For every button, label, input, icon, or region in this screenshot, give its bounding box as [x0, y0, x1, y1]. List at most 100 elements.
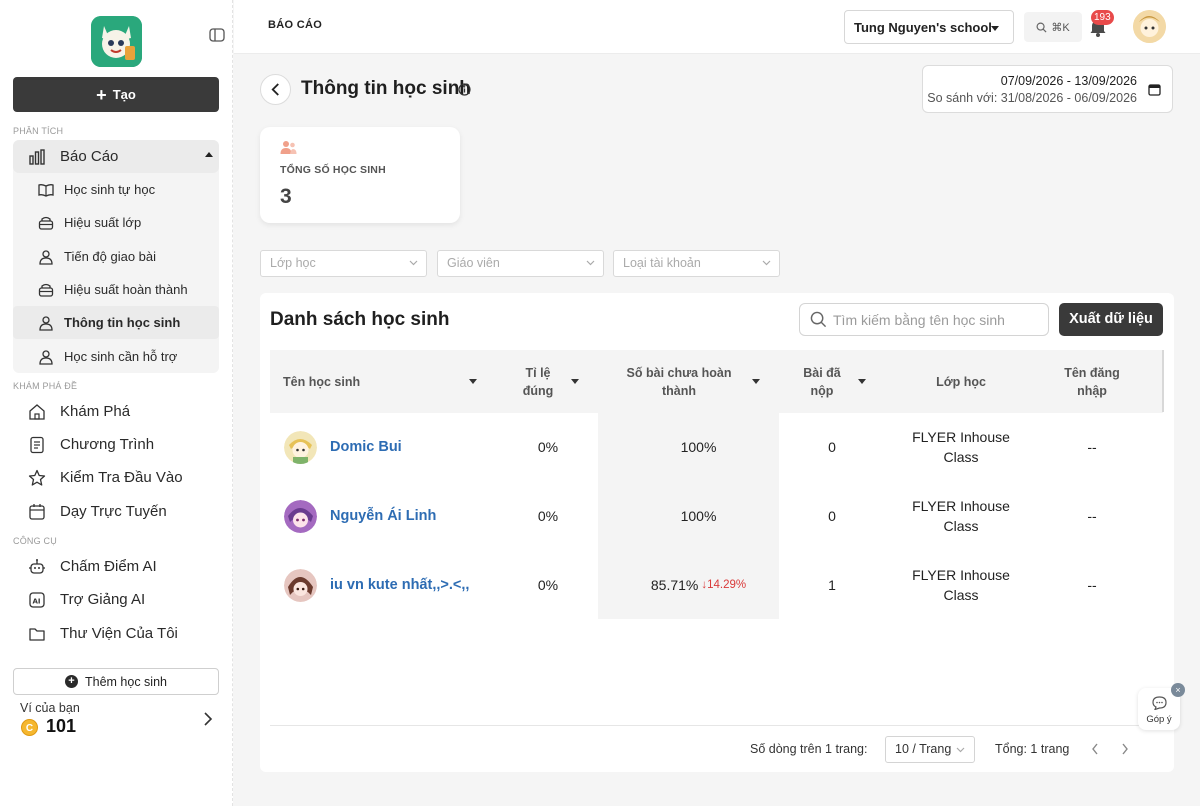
sidebar-item-online-teaching[interactable]: Dạy Trực Tuyến — [13, 495, 219, 528]
date-range-picker[interactable]: 07/09/2026 - 13/09/2026 So sánh với: 31/… — [922, 65, 1173, 113]
user-avatar[interactable] — [1133, 10, 1166, 43]
student-name-link[interactable]: Domic Bui — [330, 437, 402, 457]
incomplete-cell: 100% — [608, 482, 789, 550]
table-row[interactable]: Nguyễn Ái Linh 0% 100% 0 FLYER Inhouse C… — [270, 482, 1163, 550]
sidebar-item-entry-test[interactable]: Kiểm Tra Đầu Vào — [13, 461, 219, 494]
table-row[interactable]: iu vn kute nhất,,>.<,, 0% 85.71% ↓14.29%… — [270, 551, 1163, 619]
column-header-accuracy[interactable]: Tỉ lệ đúng — [510, 350, 566, 413]
rows-per-page-value: 10 / Trang — [895, 742, 952, 756]
chevron-right-icon[interactable] — [1121, 742, 1129, 755]
submitted-cell: 0 — [828, 508, 836, 524]
top-header: BÁO CÁO Tung Nguyen's school ⌘K 193 — [234, 0, 1200, 54]
search-icon — [810, 311, 827, 328]
student-table-card: Danh sách học sinh Tìm kiếm bằng tên học… — [260, 293, 1174, 772]
filter-placeholder: Loại tài khoản — [623, 256, 701, 270]
sidebar-item-ai-assistant[interactable]: AI Trợ Giảng AI — [13, 583, 219, 616]
student-search-input[interactable]: Tìm kiếm bằng tên học sinh — [799, 303, 1049, 336]
column-header-submitted[interactable]: Bài đã nộp — [795, 350, 849, 413]
student-name-link[interactable]: Nguyễn Ái Linh — [330, 506, 436, 526]
student-avatar — [284, 430, 317, 464]
incomplete-cell: 100% — [608, 413, 789, 481]
school-select-value: Tung Nguyen's school — [854, 19, 992, 35]
submitted-cell: 1 — [828, 577, 836, 593]
class-cell: FLYER Inhouse Class — [912, 567, 1010, 603]
school-select[interactable]: Tung Nguyen's school — [844, 10, 1014, 44]
sidebar-subitem-label: Tiến độ giao bài — [64, 249, 157, 264]
chevron-down-icon — [586, 260, 595, 266]
student-name-cell: Domic Bui — [270, 413, 500, 481]
add-student-button[interactable]: + Thêm học sinh — [13, 668, 219, 695]
chevron-left-icon[interactable] — [1091, 742, 1099, 755]
chevron-right-icon[interactable] — [202, 711, 214, 727]
sidebar-subitem-completion-performance[interactable]: Hiệu suất hoàn thành — [13, 273, 219, 306]
sidebar-item-label: Dạy Trực Tuyến — [60, 503, 167, 520]
sidebar: + Tạo PHÂN TÍCH Báo Cáo Học sinh tự học … — [0, 0, 233, 806]
notification-badge: 193 — [1091, 10, 1114, 25]
sort-icon[interactable] — [858, 379, 866, 384]
info-icon[interactable] — [458, 83, 471, 96]
classroom-icon — [38, 282, 54, 298]
ai-icon: AI — [28, 591, 46, 609]
caret-down-icon — [991, 26, 999, 31]
add-student-label: Thêm học sinh — [85, 674, 167, 689]
wallet-balance: 101 — [46, 716, 77, 736]
column-header-username: Tên đăng nhập — [1064, 365, 1120, 398]
rows-per-page-label: Số dòng trên 1 trang: — [750, 742, 868, 756]
back-button[interactable] — [260, 74, 291, 105]
sidebar-item-reports[interactable]: Báo Cáo — [13, 140, 219, 173]
export-data-button[interactable]: Xuất dữ liệu — [1059, 303, 1163, 336]
sidebar-item-label: Kiểm Tra Đầu Vào — [60, 469, 183, 486]
account-type-filter[interactable]: Loại tài khoản — [613, 250, 780, 277]
sidebar-subitem-student-info[interactable]: Thông tin học sinh — [13, 306, 219, 339]
class-cell: FLYER Inhouse Class — [912, 498, 1010, 534]
incomplete-value: 100% — [680, 508, 717, 524]
table-row[interactable]: Domic Bui 0% 100% 0 FLYER Inhouse Class … — [270, 413, 1163, 481]
svg-text:AI: AI — [33, 597, 41, 605]
sidebar-subitem-label: Học sinh tự học — [64, 182, 156, 197]
calendar-icon — [28, 503, 46, 521]
stat-label: TỔNG SỐ HỌC SINH — [280, 164, 386, 176]
sidebar-item-label: Trợ Giảng AI — [60, 591, 146, 608]
sidebar-subitem-label: Hiệu suất lớp — [64, 215, 142, 230]
users-icon — [38, 349, 54, 365]
sidebar-subitem-self-study[interactable]: Học sinh tự học — [13, 173, 219, 206]
table-footer-divider — [270, 725, 1163, 726]
app-logo[interactable] — [91, 16, 142, 67]
sort-icon[interactable] — [752, 379, 760, 384]
search-placeholder: Tìm kiếm bằng tên học sinh — [833, 311, 1005, 328]
sidebar-item-my-library[interactable]: Thư Viện Của Tôi — [13, 617, 219, 650]
filter-placeholder: Lớp học — [270, 256, 316, 270]
horizontal-scroll-edge — [1162, 350, 1164, 412]
section-label-analysis: PHÂN TÍCH — [13, 126, 64, 136]
sidebar-subitem-assignment-progress[interactable]: Tiến độ giao bài — [13, 240, 219, 273]
teacher-filter[interactable]: Giáo viên — [437, 250, 604, 277]
command-search-button[interactable]: ⌘K — [1024, 12, 1082, 42]
column-header-incomplete[interactable]: Số bài chưa hoàn thành — [620, 350, 738, 413]
rows-per-page-select[interactable]: 10 / Trang — [885, 736, 975, 763]
sidebar-item-explore[interactable]: Khám Phá — [13, 395, 219, 428]
sort-icon[interactable] — [469, 379, 477, 384]
student-name-link[interactable]: iu vn kute nhất,,>.<,, — [330, 575, 469, 595]
class-filter[interactable]: Lớp học — [260, 250, 427, 277]
page-title: Thông tin học sinh — [301, 78, 471, 99]
chevron-left-icon — [271, 83, 279, 96]
table-header: Tên học sinh Tỉ lệ đúng Số bài chưa hoàn… — [270, 350, 1163, 413]
sidebar-subitem-class-performance[interactable]: Hiệu suất lớp — [13, 206, 219, 239]
sidebar-item-label: Chương Trình — [60, 436, 155, 453]
create-button[interactable]: + Tạo — [13, 77, 219, 112]
sidebar-collapse-icon[interactable] — [209, 28, 225, 42]
username-cell: -- — [1087, 577, 1097, 593]
sidebar-item-label: Khám Phá — [60, 403, 131, 420]
calendar-icon — [1148, 83, 1161, 96]
feedback-label: Góp ý — [1146, 714, 1172, 725]
close-icon[interactable]: × — [1171, 683, 1185, 697]
sidebar-item-program[interactable]: Chương Trình — [13, 428, 219, 461]
sidebar-subitem-label: Hiệu suất hoàn thành — [64, 282, 188, 297]
incomplete-value: 85.71% — [650, 577, 699, 593]
column-header-student-name[interactable]: Tên học sinh — [283, 350, 463, 413]
student-avatar — [284, 568, 317, 602]
sidebar-item-ai-grading[interactable]: Chấm Điểm AI — [13, 550, 219, 583]
sidebar-subitem-students-need-support[interactable]: Học sinh cần hỗ trợ — [13, 340, 219, 373]
page-section-title: BÁO CÁO — [268, 19, 323, 31]
sort-icon[interactable] — [571, 379, 579, 384]
